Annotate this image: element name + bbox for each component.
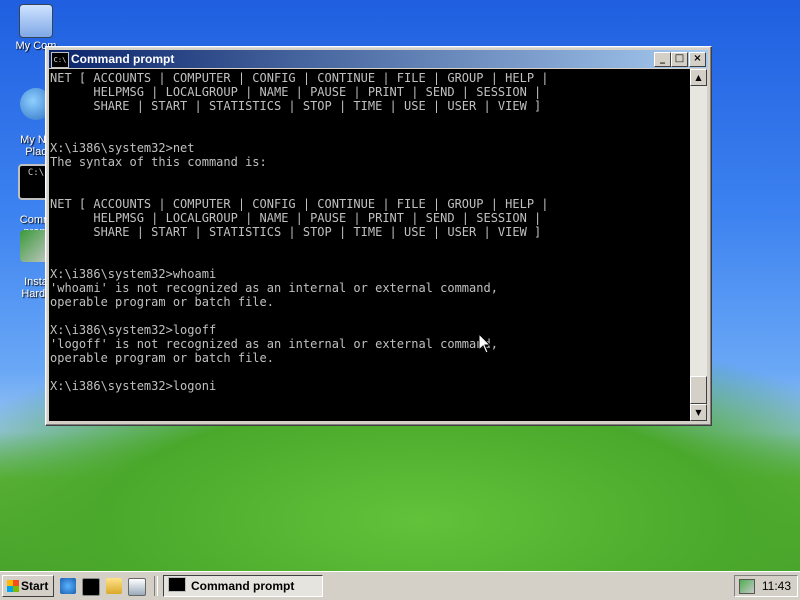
cmd-icon: C:\ (51, 52, 69, 68)
start-button[interactable]: Start (2, 575, 54, 597)
console-area[interactable]: NET [ ACCOUNTS | COMPUTER | CONFIG | CON… (49, 69, 690, 421)
desktop-icon-my-computer[interactable]: My Com (4, 4, 68, 52)
show-desktop-icon[interactable] (128, 578, 146, 596)
computer-icon (19, 4, 53, 38)
window-title: Command prompt (71, 52, 175, 66)
scroll-thumb[interactable] (690, 376, 707, 404)
cmd-icon (168, 577, 186, 592)
ie-icon[interactable] (60, 578, 76, 594)
scroll-up-button[interactable]: ▲ (690, 69, 707, 86)
start-label: Start (21, 579, 49, 593)
taskbar-item-command-prompt[interactable]: Command prompt (163, 575, 323, 597)
console-output: NET [ ACCOUNTS | COMPUTER | CONFIG | CON… (50, 71, 549, 393)
window-titlebar[interactable]: C:\ Command prompt _ □ × (49, 50, 708, 68)
folder-icon[interactable] (106, 578, 122, 594)
vertical-scrollbar[interactable]: ▲ ▼ (690, 69, 707, 421)
scroll-down-button[interactable]: ▼ (690, 404, 707, 421)
windows-logo-icon (7, 580, 19, 592)
taskbar: Start Command prompt 11:43 (0, 571, 800, 600)
network-tray-icon[interactable] (739, 579, 755, 594)
taskbar-separator (154, 576, 158, 596)
command-prompt-window[interactable]: C:\ Command prompt _ □ × NET [ ACCOUNTS … (45, 46, 712, 426)
close-button[interactable]: × (689, 52, 706, 67)
cmd-icon[interactable] (82, 578, 100, 596)
taskbar-item-label: Command prompt (191, 579, 295, 593)
clock[interactable]: 11:43 (762, 576, 791, 596)
minimize-button[interactable]: _ (654, 52, 671, 67)
maximize-button[interactable]: □ (671, 52, 688, 67)
system-tray: 11:43 (734, 575, 798, 597)
